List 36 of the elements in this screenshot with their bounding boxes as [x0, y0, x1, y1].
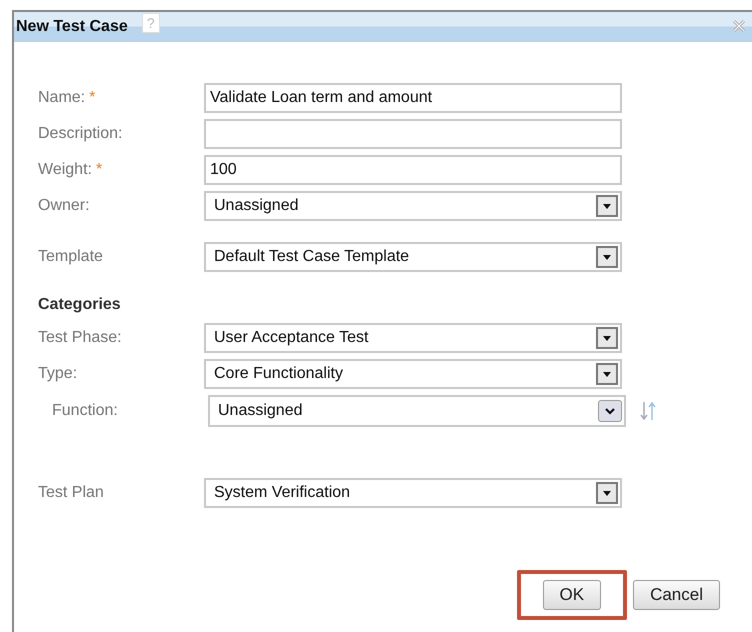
caret-icon	[603, 372, 611, 376]
caret-icon	[603, 204, 611, 208]
dropdown-button[interactable]	[598, 400, 622, 422]
caret-icon	[603, 336, 611, 340]
field-label: Owner:	[38, 196, 90, 216]
dropdown-field[interactable]: Core Functionality	[204, 359, 622, 389]
dropdown-button[interactable]	[596, 195, 618, 217]
section-heading: Categories	[38, 295, 122, 315]
text-field[interactable]	[204, 119, 622, 149]
dropdown-button[interactable]	[596, 327, 618, 349]
chevron-icon	[605, 408, 615, 414]
field-label: Name:	[38, 88, 86, 108]
dropdown-field[interactable]: System Verification	[204, 478, 622, 508]
required-mark: *	[89, 88, 96, 108]
dropdown-field[interactable]: Default Test Case Template	[204, 242, 622, 272]
field-label: Weight:	[38, 160, 92, 180]
dialog-button[interactable]: OK	[542, 580, 602, 610]
dropdown-field[interactable]: User Acceptance Test	[204, 323, 622, 353]
required-mark: *	[96, 160, 102, 180]
dropdown-button[interactable]	[596, 482, 618, 504]
caret-icon	[603, 254, 611, 260]
dropdown-button[interactable]	[596, 363, 618, 385]
field-label: Test Plan	[38, 483, 104, 503]
caret-icon	[603, 490, 611, 496]
field-label: Template	[38, 247, 103, 267]
window-title: New Test Case	[16, 17, 128, 37]
dropdown-button[interactable]	[596, 246, 618, 268]
field-label: Type:	[38, 364, 78, 384]
text-field[interactable]: Validate Loan term and amount	[204, 83, 622, 113]
dialog-button[interactable]: Cancel	[633, 580, 720, 610]
text-field[interactable]: 100	[204, 155, 622, 185]
field-label: Function:	[52, 401, 118, 421]
field-label: Test Phase:	[38, 328, 122, 348]
dropdown-field[interactable]: Unassigned	[208, 395, 626, 427]
dropdown-field[interactable]: Unassigned	[204, 191, 622, 221]
field-label: Description:	[38, 124, 122, 144]
